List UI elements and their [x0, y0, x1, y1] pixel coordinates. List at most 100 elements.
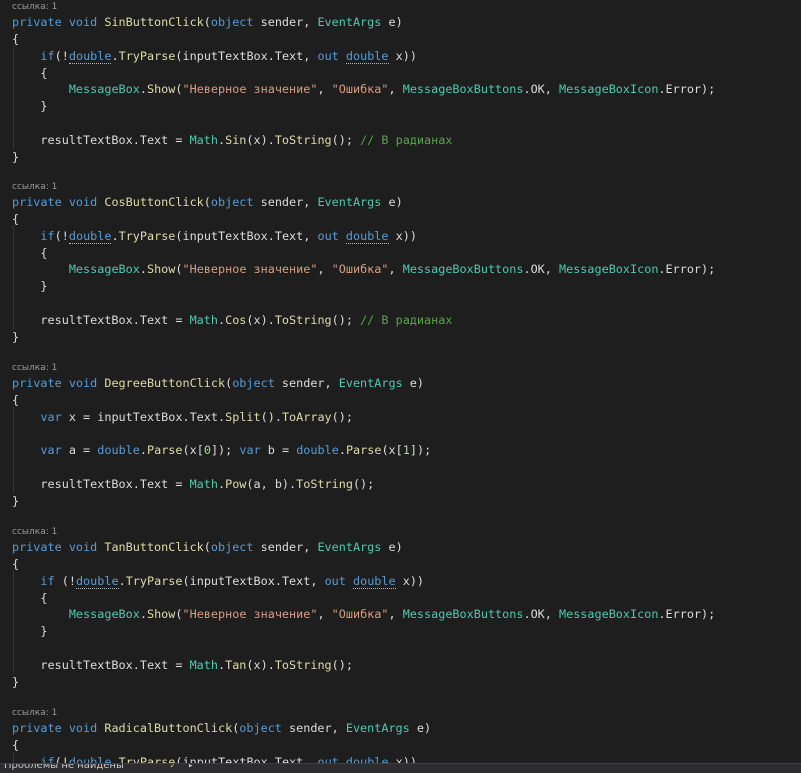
code-line[interactable]: resultTextBox.Text = Math.Pow(a, b).ToSt…: [12, 476, 374, 492]
code-line[interactable]: }: [12, 493, 19, 509]
code-token: EventArgs: [317, 195, 389, 209]
code-line[interactable]: }: [12, 98, 48, 114]
code-token: private: [12, 721, 69, 735]
codelens-reference[interactable]: ссылка: 1: [12, 2, 57, 13]
code-token: Math: [189, 657, 218, 672]
code-line[interactable]: private void DegreeButtonClick(object se…: [12, 375, 424, 391]
code-line[interactable]: MessageBox.Show("Неверное значение", "Ош…: [12, 81, 715, 97]
indent-guide: [13, 751, 14, 763]
code-line[interactable]: }: [12, 149, 19, 165]
code-token: ,: [317, 262, 332, 277]
code-token: "Ошибка": [331, 607, 389, 622]
code-line[interactable]: }: [12, 674, 19, 690]
code-token: .Error);: [658, 607, 716, 622]
code-token: Math: [189, 312, 218, 327]
code-token: .: [111, 48, 119, 63]
code-line[interactable]: private void RadicalButtonClick(object s…: [12, 720, 431, 736]
code-token: double: [68, 228, 112, 244]
code-line[interactable]: resultTextBox.Text = Math.Tan(x).ToStrin…: [12, 657, 353, 673]
code-token: }: [12, 279, 48, 294]
status-arrow-icon[interactable]: ▸: [188, 764, 193, 771]
code-line[interactable]: {: [12, 245, 47, 261]
code-token: double: [345, 228, 389, 244]
code-line[interactable]: if (!double.TryParse(inputTextBox.Text, …: [12, 573, 424, 589]
code-line[interactable]: resultTextBox.Text = Math.Sin(x).ToStrin…: [12, 132, 452, 148]
code-token: {: [12, 737, 20, 752]
code-line[interactable]: var a = double.Parse(x[0]); var b = doub…: [12, 442, 431, 458]
code-token: EventArgs: [345, 721, 417, 735]
code-line[interactable]: private void SinButtonClick(object sende…: [12, 14, 403, 30]
code-token: double: [345, 48, 389, 64]
code-line[interactable]: private void TanButtonClick(object sende…: [12, 539, 403, 555]
code-token: x)): [388, 48, 417, 63]
code-token: .OK,: [523, 607, 559, 622]
code-line[interactable]: {: [12, 556, 19, 572]
code-token: "Неверное значение": [182, 82, 318, 97]
code-token: double: [352, 573, 396, 589]
code-token: ToString: [296, 477, 353, 492]
codelens-reference[interactable]: ссылка: 1: [12, 182, 57, 193]
code-line[interactable]: }: [12, 278, 48, 294]
code-token: .: [338, 443, 346, 458]
code-line[interactable]: MessageBox.Show("Неверное значение", "Ош…: [12, 606, 715, 622]
code-token: (: [175, 82, 183, 97]
codelens-reference[interactable]: ссылка: 1: [12, 527, 57, 538]
code-token: ().: [260, 409, 282, 424]
codelens-reference[interactable]: ссылка: 1: [12, 708, 57, 719]
code-editor[interactable]: ссылка: 1 private void SinButtonClick(obj…: [0, 0, 801, 763]
code-token: if: [40, 754, 55, 763]
code-token: .: [118, 573, 126, 588]
code-line[interactable]: if(!double.TryParse(inputTextBox.Text, o…: [12, 228, 417, 244]
code-line[interactable]: }: [12, 329, 19, 345]
code-token: resultTextBox.Text =: [12, 132, 190, 147]
code-token: double: [97, 443, 140, 458]
code-token: "Неверное значение": [182, 607, 318, 622]
code-line[interactable]: }: [12, 623, 47, 639]
code-token: e): [388, 540, 403, 554]
code-line[interactable]: {: [12, 211, 19, 227]
code-token: var: [239, 443, 268, 458]
code-line[interactable]: {: [12, 65, 47, 81]
code-token: // В радианах: [360, 132, 453, 147]
code-token: (x).: [246, 312, 275, 327]
code-token: }: [12, 99, 48, 114]
code-line[interactable]: {: [12, 31, 19, 47]
code-token: (inputTextBox.Text,: [182, 573, 325, 588]
status-check-icon[interactable]: ✓: [170, 764, 175, 771]
code-token: var: [40, 443, 69, 458]
codelens-reference[interactable]: ссылка: 1: [12, 363, 57, 374]
code-token: .: [139, 262, 147, 277]
code-line[interactable]: {: [12, 737, 19, 753]
code-line[interactable]: {: [12, 392, 19, 408]
code-line[interactable]: resultTextBox.Text = Math.Cos(x).ToStrin…: [12, 312, 452, 328]
code-token: Pow: [225, 477, 247, 492]
code-token: var: [40, 409, 69, 424]
code-line[interactable]: var x = inputTextBox.Text.Split().ToArra…: [12, 409, 353, 425]
code-token: }: [12, 674, 20, 689]
code-line[interactable]: {: [12, 590, 47, 606]
code-line[interactable]: private void CosButtonClick(object sende…: [12, 194, 403, 210]
code-token: MessageBox: [68, 607, 140, 622]
code-token: ToString: [274, 657, 332, 672]
code-token: SinButtonClick: [104, 15, 204, 29]
code-token: TryParse: [118, 754, 176, 763]
code-token: MessageBoxButtons: [402, 82, 524, 97]
code-line[interactable]: if(!double.TryParse(inputTextBox.Text, o…: [12, 754, 417, 763]
code-token: object: [239, 721, 290, 735]
code-token: (!: [54, 228, 69, 243]
code-token: void: [68, 540, 105, 554]
code-token: TryParse: [125, 573, 183, 588]
code-token: }: [12, 329, 20, 344]
code-token: ,: [317, 82, 332, 97]
code-line[interactable]: MessageBox.Show("Неверное значение", "Ош…: [12, 261, 715, 277]
code-token: (: [203, 195, 211, 209]
code-token: .OK,: [523, 82, 559, 97]
code-line[interactable]: if(!double.TryParse(inputTextBox.Text, o…: [12, 48, 417, 64]
code-token: MessageBoxButtons: [402, 262, 524, 277]
code-token: e): [388, 195, 403, 209]
